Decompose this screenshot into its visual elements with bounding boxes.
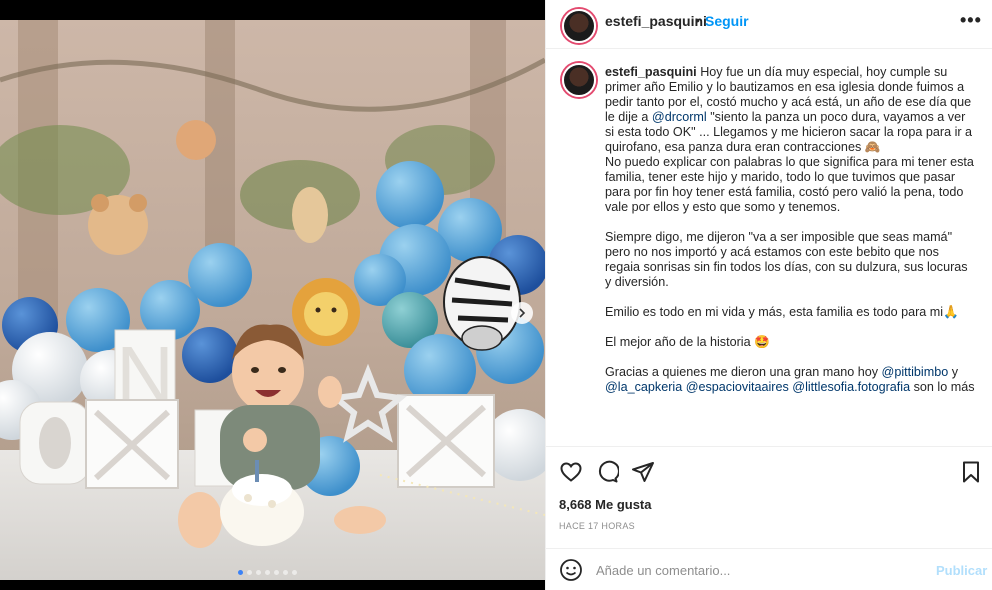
- chevron-right-icon: [519, 308, 526, 318]
- carousel-dot: [292, 570, 297, 575]
- like-button[interactable]: [559, 460, 583, 489]
- caption-paragraph-4: El mejor año de la historia: [605, 335, 751, 349]
- caption-paragraph-3: Emilio es todo en mi vida y más, esta fa…: [605, 305, 944, 319]
- caption-username[interactable]: estefi_pasquini: [605, 65, 697, 79]
- top-black-bar: [0, 0, 545, 20]
- like-count[interactable]: 8,668 Me gusta: [559, 497, 652, 512]
- carousel-dot: [247, 570, 252, 575]
- caption-text: estefi_pasquini Hoy fue un día muy espec…: [605, 65, 977, 410]
- star-struck-emoji-icon: 🤩: [754, 335, 770, 349]
- share-button[interactable]: [631, 460, 655, 489]
- comment-bubble-icon: [598, 460, 620, 483]
- mention-link[interactable]: @espaciovitaaires: [686, 380, 789, 394]
- mention-link[interactable]: @littlesofia.fotografia: [792, 380, 910, 394]
- caption-paragraph-1c: No puedo explicar con palabras lo que si…: [605, 155, 974, 214]
- caption-scroll-area[interactable]: estefi_pasquini Hoy fue un día muy espec…: [546, 49, 992, 446]
- post-photo[interactable]: N: [0, 20, 545, 580]
- more-options-button[interactable]: •••: [960, 10, 982, 31]
- praying-hands-emoji-icon: 🙏: [943, 305, 959, 319]
- header-username[interactable]: estefi_pasquini: [605, 13, 707, 29]
- smiley-icon: [560, 559, 582, 581]
- caption-paragraph-2: Siempre digo, me dijeron "va a ser impos…: [605, 230, 968, 289]
- carousel-next-button[interactable]: [511, 302, 533, 324]
- post-header: estefi_pasquini • Seguir •••: [546, 0, 992, 49]
- carousel-dot: [256, 570, 261, 575]
- paper-plane-icon: [632, 462, 654, 482]
- bottom-black-bar: [0, 580, 545, 590]
- comment-button[interactable]: [595, 460, 620, 489]
- comment-input[interactable]: [594, 559, 918, 581]
- separator-dot: •: [695, 12, 700, 28]
- carousel-dot: [283, 570, 288, 575]
- carousel-dot: [265, 570, 270, 575]
- mention-link[interactable]: @la_capkeria: [605, 380, 682, 394]
- avatar[interactable]: [562, 9, 596, 43]
- caption-paragraph-5a: Gracias a quienes me dieron una gran man…: [605, 365, 879, 379]
- photo-illustration: N: [0, 20, 545, 580]
- monkey-emoji-icon: 🙈: [864, 140, 881, 154]
- mention-link[interactable]: @pittibimbo: [882, 365, 949, 379]
- comment-bar: Publicar: [546, 548, 992, 590]
- carousel-dots: [238, 570, 297, 575]
- caption-avatar[interactable]: [562, 63, 596, 97]
- carousel-dot: [274, 570, 279, 575]
- save-button[interactable]: [959, 460, 983, 489]
- mention-link[interactable]: @drcorml: [652, 110, 707, 124]
- post-timestamp[interactable]: HACE 17 HORAS: [559, 521, 635, 531]
- post-side-panel: estefi_pasquini • Seguir ••• estefi_pasq…: [545, 0, 992, 590]
- carousel-dot-active: [238, 570, 243, 575]
- publish-button[interactable]: Publicar: [936, 563, 987, 578]
- bookmark-icon: [963, 461, 979, 483]
- caption-connector: y: [951, 365, 959, 379]
- caption-paragraph-5b: son lo más: [913, 380, 975, 394]
- follow-button[interactable]: Seguir: [705, 13, 749, 29]
- heart-icon: [560, 462, 582, 482]
- emoji-picker-button[interactable]: [559, 558, 583, 587]
